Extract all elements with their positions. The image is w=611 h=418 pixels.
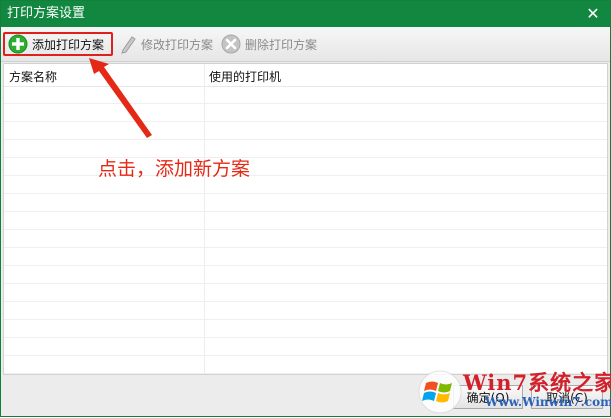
close-button[interactable]: ✕ (582, 3, 604, 25)
add-scheme-label: 添加打印方案 (32, 37, 105, 52)
ok-button[interactable]: 确定(O) (453, 385, 523, 409)
empty-rows (4, 86, 607, 374)
column-header-printer[interactable]: 使用的打印机 (209, 68, 281, 85)
print-scheme-dialog: 打印方案设置 ✕ 添加打印方案 修改打印方案 删除打印方案 方案名称 使用的打印… (0, 0, 611, 417)
delete-scheme-button[interactable]: 删除打印方案 (221, 32, 317, 56)
pencil-icon (119, 34, 137, 54)
scheme-table[interactable]: 方案名称 使用的打印机 (3, 63, 608, 375)
add-icon (8, 34, 28, 54)
toolbar: 添加打印方案 修改打印方案 删除打印方案 (1, 27, 610, 62)
cancel-button[interactable]: 取消(C) (531, 385, 603, 409)
table-header: 方案名称 使用的打印机 (4, 64, 607, 87)
column-header-scheme-name[interactable]: 方案名称 (9, 68, 57, 85)
dialog-footer: 确定(O) 取消(C) (1, 375, 610, 416)
edit-scheme-button[interactable]: 修改打印方案 (119, 32, 213, 56)
add-scheme-button[interactable]: 添加打印方案 (3, 32, 113, 56)
window-title: 打印方案设置 (7, 6, 86, 21)
edit-scheme-label: 修改打印方案 (141, 37, 214, 52)
delete-scheme-label: 删除打印方案 (245, 37, 318, 52)
delete-icon (221, 34, 241, 54)
title-bar: 打印方案设置 ✕ (1, 1, 610, 27)
annotation-text: 点击，添加新方案 (98, 158, 251, 180)
